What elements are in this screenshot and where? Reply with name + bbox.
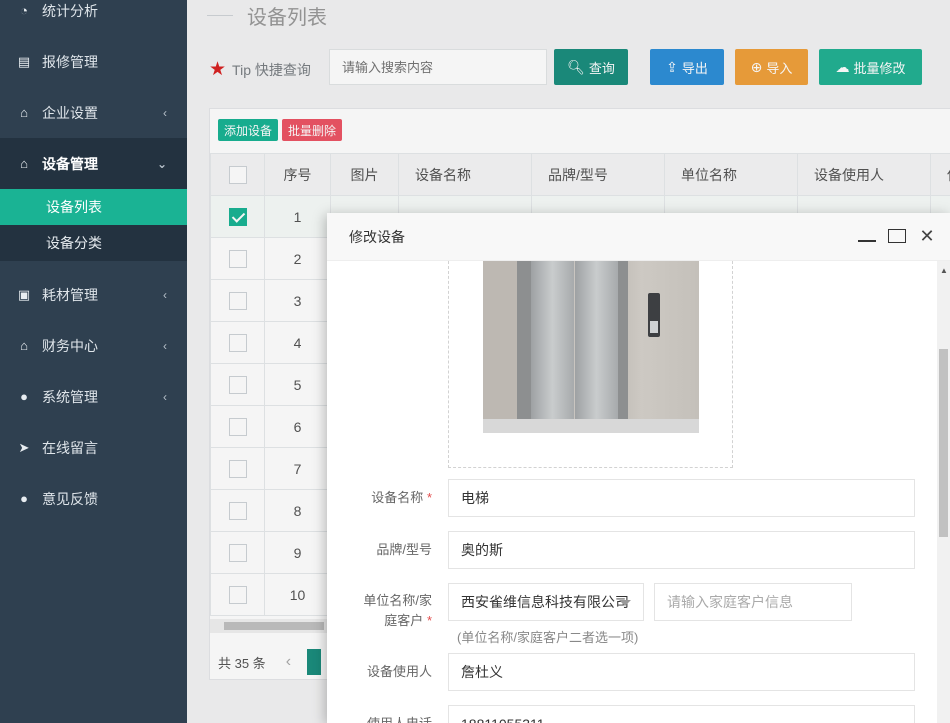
home-icon: ⌂ [20,338,28,353]
sidebar-item-label: 系统管理 [42,388,98,405]
family-client-input[interactable]: 请输入家庭客户信息 [654,583,852,621]
chevron-left-icon: ‹ [163,105,167,120]
brand-label: 品牌/型号 [376,542,432,557]
scroll-up-icon[interactable]: ▲ [940,266,948,275]
maximize-icon[interactable] [888,227,906,246]
unit-select[interactable]: 西安雀维信息科技有限公司 [448,583,644,621]
image-upload-area[interactable] [448,261,733,468]
modal-header: 修改设备 ✕ [327,213,950,261]
sidebar-submenu: 设备列表 设备分类 [0,189,187,261]
sidebar-item-label: 企业设置 [42,104,98,121]
vertical-scrollbar[interactable]: ▲ [937,261,950,723]
chevron-left-icon: ‹ [163,389,167,404]
chevron-down-icon: ⌄ [156,156,167,171]
sidebar-item-label: 统计分析 [42,2,98,19]
sidebar-item-label: 在线留言 [42,439,98,456]
chart-icon: ◔ [20,3,28,18]
equipment-photo [483,261,699,433]
home-icon: ⌂ [20,156,28,171]
sidebar-item-label: 设备管理 [42,155,98,172]
sidebar-item-repair[interactable]: ▤ 报修管理 [0,36,187,87]
sidebar-item-label: 财务中心 [42,337,98,354]
sidebar-subitem-equipment-list[interactable]: 设备列表 [0,189,187,225]
chevron-down-icon [619,600,631,606]
modal-controls: ✕ [858,227,936,246]
name-label: 设备名称 * [371,490,432,505]
close-icon[interactable]: ✕ [918,227,936,246]
box-icon: ▣ [17,286,31,302]
chevron-left-icon: ‹ [163,287,167,302]
brand-model-field[interactable]: 奥的斯 [448,531,915,569]
phone-label: 使用人电话 [327,714,432,723]
sidebar-item-label: 报修管理 [42,53,98,70]
sidebar-item-equipment[interactable]: ⌂ 设备管理 ⌄ [0,138,187,189]
equipment-user-field[interactable]: 詹杜义 [448,653,915,691]
chevron-left-icon: ‹ [163,338,167,353]
sidebar-item-finance[interactable]: ⌂ 财务中心 ‹ [0,320,187,371]
sidebar-item-message[interactable]: ➤ 在线留言 [0,422,187,473]
user-icon: ● [20,389,28,404]
sidebar-item-feedback[interactable]: ● 意见反馈 [0,473,187,524]
scrollbar-thumb[interactable] [939,349,948,537]
equipment-name-field[interactable]: 电梯 [448,479,915,517]
unit-label: 单位名称/家 庭客户 * [363,593,432,628]
sidebar-item-system[interactable]: ● 系统管理 ‹ [0,371,187,422]
user-phone-field[interactable]: 18811055311 [448,705,915,723]
sidebar: ◔ 统计分析 ▤ 报修管理 ⌂ 企业设置 ‹ ⌂ 设备管理 ⌄ 设备列表 设备分… [0,0,187,723]
repair-list-icon: ▤ [17,53,31,69]
sidebar-item-enterprise[interactable]: ⌂ 企业设置 ‹ [0,87,187,138]
sidebar-item-statistics[interactable]: ◔ 统计分析 [0,0,187,36]
chat-icon: ● [20,491,28,506]
send-icon: ➤ [18,439,30,455]
edit-equipment-modal: 修改设备 ✕ 设备名称 * 电梯 品牌/型号 奥的斯 单位名称/家 庭客户 * … [327,213,950,723]
sidebar-item-label: 耗材管理 [42,286,98,303]
user-label: 设备使用人 [366,664,432,679]
modal-body: 设备名称 * 电梯 品牌/型号 奥的斯 单位名称/家 庭客户 * 西安雀维信息科… [327,261,937,723]
modal-title: 修改设备 [349,228,405,245]
home-icon: ⌂ [20,105,28,120]
unit-hint: (单位名称/家庭客户二者选一项) [457,630,639,645]
minimize-icon[interactable] [858,227,876,246]
unit-select-value: 西安雀维信息科技有限公司 [461,594,629,610]
sidebar-subitem-equipment-category[interactable]: 设备分类 [0,225,187,261]
sidebar-item-consumables[interactable]: ▣ 耗材管理 ‹ [0,269,187,320]
sidebar-item-label: 意见反馈 [42,490,98,507]
